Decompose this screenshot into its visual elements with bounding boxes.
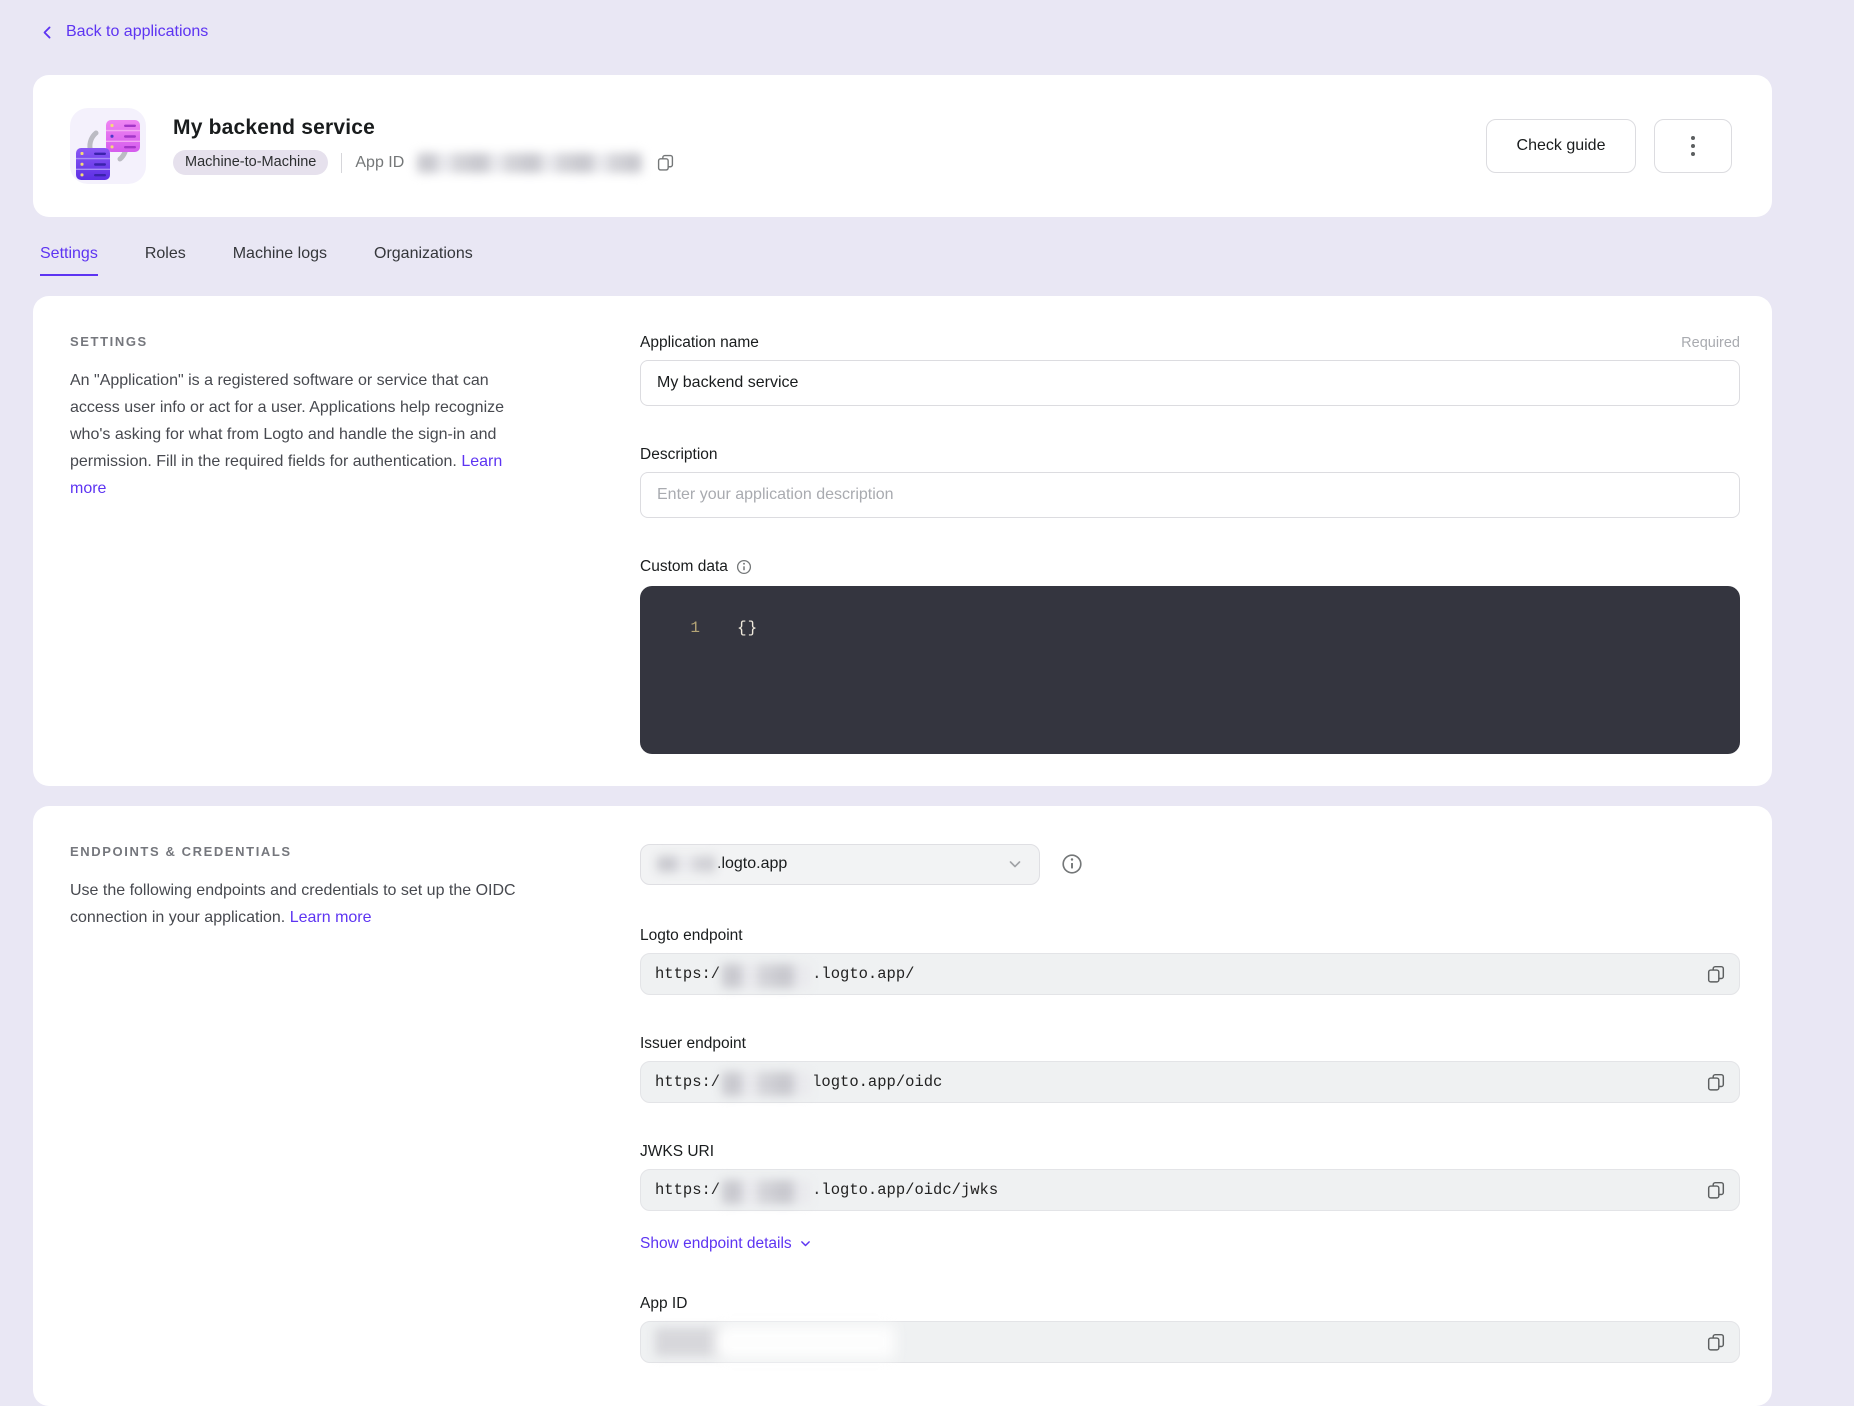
description-group: Description (640, 446, 1740, 518)
jwks-uri-suffix: .logto.app/oidc/jwks (812, 1181, 998, 1199)
editor-line-number: 1 (640, 616, 700, 640)
logto-endpoint-prefix: https:/ (655, 965, 720, 983)
meta-divider (341, 153, 342, 173)
settings-card: SETTINGS An "Application" is a registere… (33, 296, 1772, 786)
issuer-endpoint-suffix: logto.app/oidc (812, 1073, 942, 1091)
app-id-label: App ID (355, 154, 404, 172)
tenant-domain-select[interactable]: .logto.app (640, 844, 1040, 885)
copy-icon[interactable] (1707, 1073, 1725, 1091)
redacted-app-id-value (715, 1325, 895, 1359)
redacted-tenant-name (722, 964, 810, 988)
show-endpoint-details-label: Show endpoint details (640, 1235, 792, 1253)
tab-organizations[interactable]: Organizations (374, 245, 473, 276)
chevron-left-icon (40, 25, 55, 40)
endpoints-description-column: ENDPOINTS & CREDENTIALS Use the followin… (70, 844, 530, 1374)
tab-machine-logs[interactable]: Machine logs (233, 245, 327, 276)
custom-data-code-editor[interactable]: 1 {} (640, 586, 1740, 754)
endpoints-section-heading: ENDPOINTS & CREDENTIALS (70, 844, 530, 859)
application-name-label: Application name (640, 334, 759, 352)
application-header-card: My backend service Machine-to-Machine Ap… (33, 75, 1772, 217)
application-header-info: My backend service Machine-to-Machine Ap… (173, 116, 1466, 175)
logto-endpoint-group: Logto endpoint https:/ .logto.app/ (640, 927, 1740, 995)
copy-icon[interactable] (1707, 965, 1725, 983)
back-link-label: Back to applications (66, 23, 208, 41)
logto-endpoint-label: Logto endpoint (640, 927, 743, 945)
back-to-applications-link[interactable]: Back to applications (40, 23, 208, 41)
endpoints-credentials-card: ENDPOINTS & CREDENTIALS Use the followin… (33, 806, 1772, 1406)
chevron-down-icon (799, 1237, 812, 1250)
header-actions: Check guide (1486, 119, 1732, 173)
issuer-endpoint-field: https:/ logto.app/oidc (640, 1061, 1740, 1103)
redacted-tenant-name (657, 856, 715, 872)
settings-section-description: An "Application" is a registered softwar… (70, 372, 504, 470)
logto-endpoint-suffix: .logto.app/ (812, 965, 914, 983)
redacted-tenant-name (722, 1180, 810, 1204)
application-meta-row: Machine-to-Machine App ID (173, 150, 1466, 175)
jwks-uri-field: https:/ .logto.app/oidc/jwks (640, 1169, 1740, 1211)
machine-to-machine-app-icon (70, 108, 146, 184)
chevron-down-icon (1007, 856, 1023, 872)
more-actions-button[interactable] (1654, 119, 1732, 173)
editor-code-content: {} (737, 616, 758, 640)
description-label: Description (640, 446, 718, 464)
custom-data-group: Custom data 1 {} (640, 558, 1740, 754)
show-endpoint-details-toggle[interactable]: Show endpoint details (640, 1235, 812, 1253)
tab-bar: Settings Roles Machine logs Organization… (40, 245, 1772, 276)
settings-form-column: Application name Required Description Cu… (640, 334, 1740, 754)
application-name-input[interactable] (640, 360, 1740, 406)
settings-description-column: SETTINGS An "Application" is a registere… (70, 334, 530, 754)
app-id-field (640, 1321, 1740, 1363)
kebab-icon (1691, 136, 1695, 156)
domain-info-icon[interactable] (1061, 853, 1083, 875)
required-indicator: Required (1681, 335, 1740, 351)
tab-roles[interactable]: Roles (145, 245, 186, 276)
endpoints-form-column: .logto.app Logto endpoint https:/ .logto… (640, 844, 1740, 1374)
tenant-domain-row: .logto.app (640, 844, 1740, 885)
logto-endpoint-field: https:/ .logto.app/ (640, 953, 1740, 995)
tab-settings[interactable]: Settings (40, 245, 98, 276)
check-guide-button[interactable]: Check guide (1486, 119, 1636, 173)
tenant-domain-suffix: .logto.app (717, 855, 787, 873)
endpoints-learn-more-link[interactable]: Learn more (290, 909, 372, 926)
page-title: My backend service (173, 116, 1466, 140)
jwks-uri-label: JWKS URI (640, 1143, 714, 1161)
custom-data-label: Custom data (640, 558, 728, 576)
settings-section-heading: SETTINGS (70, 334, 530, 349)
issuer-endpoint-prefix: https:/ (655, 1073, 720, 1091)
description-input[interactable] (640, 472, 1740, 518)
issuer-endpoint-group: Issuer endpoint https:/ logto.app/oidc (640, 1035, 1740, 1103)
copy-icon[interactable] (1707, 1333, 1725, 1351)
app-id-group: App ID (640, 1295, 1740, 1363)
application-name-group: Application name Required (640, 334, 1740, 406)
info-icon[interactable] (736, 559, 752, 575)
app-id-field-label: App ID (640, 1295, 687, 1313)
copy-app-id-icon[interactable] (657, 154, 674, 171)
app-type-badge: Machine-to-Machine (173, 150, 328, 175)
redacted-app-id-value (417, 153, 642, 173)
jwks-uri-group: JWKS URI https:/ .logto.app/oidc/jwks (640, 1143, 1740, 1211)
jwks-uri-prefix: https:/ (655, 1181, 720, 1199)
redacted-tenant-name (722, 1072, 810, 1096)
issuer-endpoint-label: Issuer endpoint (640, 1035, 746, 1053)
copy-icon[interactable] (1707, 1181, 1725, 1199)
